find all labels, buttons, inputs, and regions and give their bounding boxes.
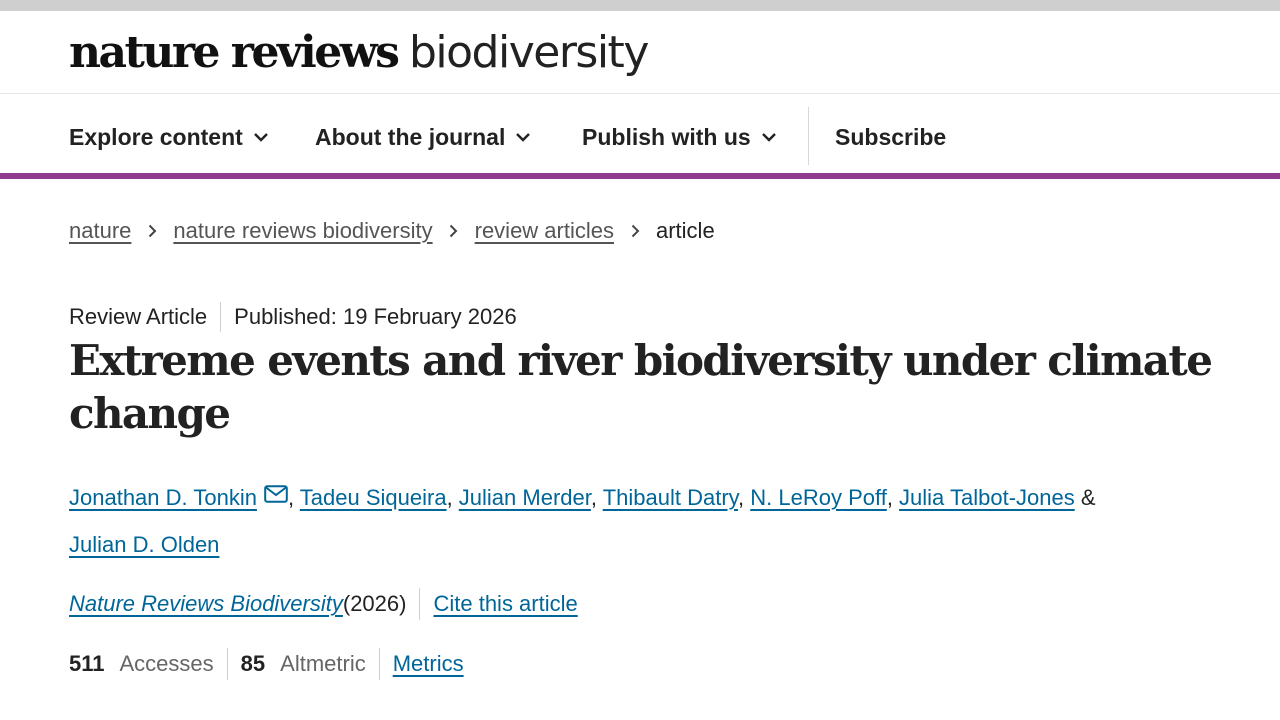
author-separator: ,	[590, 485, 603, 510]
logo-light: biodiversity	[408, 27, 649, 78]
published-date: Published: 19 February 2026	[234, 304, 517, 329]
article-meta: Review Article Published: 19 February 20…	[69, 302, 517, 332]
author-link[interactable]: Thibault Datry	[603, 485, 738, 510]
browser-top-strip	[0, 0, 1280, 11]
breadcrumb-link-nature[interactable]: nature	[69, 218, 131, 244]
author-separator: ,	[287, 485, 300, 510]
breadcrumb-link-review-articles[interactable]: review articles	[475, 218, 614, 244]
journal-logo[interactable]: nature reviews biodiversity	[69, 27, 649, 78]
metrics-divider	[378, 648, 380, 680]
chevron-down-icon	[761, 129, 777, 145]
author-link[interactable]: Julia Talbot-Jones	[899, 485, 1075, 510]
publication-year: (2026)	[342, 591, 407, 616]
altmetric-count: 85	[240, 651, 266, 676]
nav-publish-with-us-label: Publish with us	[582, 123, 751, 150]
main-nav: Explore content About the journal Publis…	[0, 95, 1280, 179]
article-type: Review Article	[69, 304, 208, 329]
author-link[interactable]: Jonathan D. Tonkin	[69, 485, 257, 510]
nav-about-journal[interactable]: About the journal	[315, 123, 531, 151]
article-metrics: 511 Accesses 85 Altmetric Metrics	[69, 648, 464, 680]
altmetric-label: Altmetric	[280, 651, 366, 676]
chevron-right-icon	[146, 224, 158, 238]
nav-explore-content[interactable]: Explore content	[69, 123, 269, 151]
email-icon[interactable]	[264, 472, 288, 503]
author-link[interactable]: N. LeRoy Poff	[750, 485, 887, 510]
chevron-down-icon	[515, 129, 531, 145]
nav-divider	[808, 107, 809, 165]
accesses-count: 511	[69, 651, 105, 676]
author-separator: ,	[446, 485, 459, 510]
author-separator: ,	[738, 485, 751, 510]
citation-line: Nature Reviews Biodiversity (2026) Cite …	[69, 588, 578, 620]
chevron-down-icon	[253, 129, 269, 145]
nav-explore-content-label: Explore content	[69, 123, 243, 150]
chevron-right-icon	[629, 224, 641, 238]
breadcrumb-link-journal[interactable]: nature reviews biodiversity	[173, 218, 432, 244]
nav-about-journal-label: About the journal	[315, 123, 506, 150]
author-separator: ,	[886, 485, 900, 510]
author-link[interactable]: Julian D. Olden	[69, 532, 219, 557]
article-title: Extreme events and river biodiversity un…	[69, 336, 1213, 438]
author-and: &	[1074, 485, 1096, 510]
logo-bold: nature reviews	[69, 27, 400, 78]
meta-divider	[220, 302, 222, 332]
masthead: nature reviews biodiversity	[0, 11, 1280, 94]
cite-article-link[interactable]: Cite this article	[433, 591, 577, 617]
journal-link[interactable]: Nature Reviews Biodiversity	[69, 591, 343, 617]
accesses-label: Accesses	[119, 651, 214, 676]
breadcrumb-current: article	[656, 218, 715, 243]
chevron-right-icon	[448, 224, 460, 238]
metrics-divider	[226, 648, 228, 680]
nav-publish-with-us[interactable]: Publish with us	[582, 123, 777, 151]
author-link[interactable]: Tadeu Siqueira	[300, 485, 447, 510]
author-link[interactable]: Julian Merder	[459, 485, 591, 510]
breadcrumb: nature nature reviews biodiversity revie…	[69, 216, 715, 246]
citation-divider	[419, 588, 421, 620]
metrics-link[interactable]: Metrics	[393, 651, 464, 677]
nav-subscribe[interactable]: Subscribe	[835, 123, 946, 151]
author-list: Jonathan D. Tonkin, Tadeu Siqueira, Juli…	[69, 472, 1219, 568]
